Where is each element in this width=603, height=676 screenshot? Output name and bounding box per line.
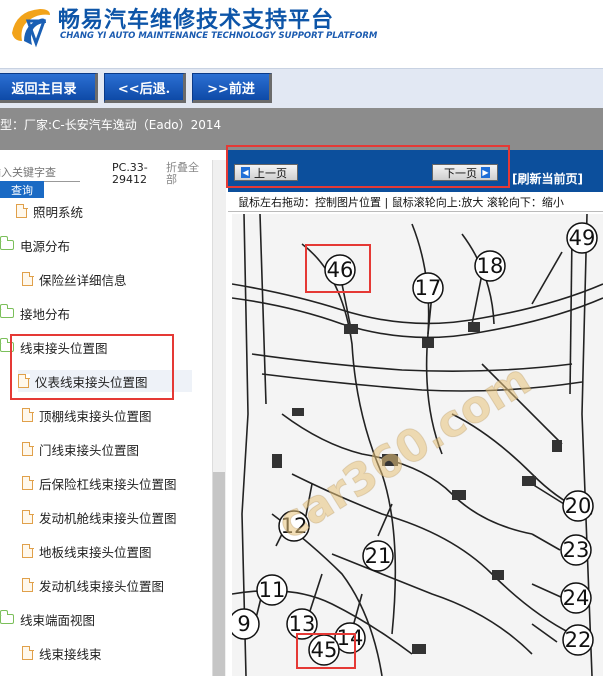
callout-18: 18 (477, 254, 504, 278)
tree-item-label: 照明系统 (33, 204, 84, 220)
left-panel: 查询 PC.33-29412 折叠全部 照明系统 电源分布 保险丝详细信息 接地… (0, 150, 226, 676)
query-button[interactable]: 查询 (0, 181, 44, 198)
callout-17: 17 (415, 276, 442, 300)
tree-item-fuse-details[interactable]: 保险丝详细信息 (22, 268, 127, 290)
callout-20: 20 (565, 494, 592, 518)
pc-code-label: PC.33-29412 (112, 161, 148, 186)
tree-item-label: 发动机线束接头位置图 (39, 578, 165, 594)
callout-14: 14 (337, 626, 364, 650)
wiring-diagram-image: 46 17 18 49 12 20 21 23 11 13 14 24 9 45… (232, 214, 603, 676)
diagram-viewer: ◀ 上一页 下一页 ▶ [刷新当前页] 鼠标左右拖动：控制图片位置 | 鼠标滚轮… (228, 150, 603, 676)
main-toolbar: 返回主目录 <<后退. >>前进 (0, 68, 603, 108)
callout-46: 46 (327, 258, 354, 282)
prev-page-button[interactable]: ◀ 上一页 (234, 164, 298, 181)
document-icon (22, 645, 34, 660)
callout-21: 21 (365, 544, 392, 568)
wiring-diagram[interactable]: 46 17 18 49 12 20 21 23 11 13 14 24 9 45… (232, 214, 603, 676)
tree-item-rear-bumper-harness-connectors[interactable]: 后保险杠线束接头位置图 (22, 472, 177, 494)
callout-22: 22 (565, 628, 592, 652)
document-icon (22, 407, 34, 422)
arrow-right-icon: ▶ (481, 167, 490, 178)
refresh-page-link[interactable]: [刷新当前页] (512, 170, 583, 187)
tree-item-engine-harness-connectors[interactable]: 发动机线束接头位置图 (22, 574, 164, 596)
document-icon (22, 475, 34, 490)
document-icon (22, 577, 34, 592)
collapse-all-link[interactable]: 折叠全部 (166, 162, 202, 186)
tree-folder-power-distribution[interactable]: 电源分布 (0, 234, 70, 256)
tree-item-roof-harness-connectors[interactable]: 顶棚线束接头位置图 (22, 404, 152, 426)
document-icon (22, 543, 34, 558)
back-to-main-button[interactable]: 返回主目录 (0, 73, 98, 103)
prev-page-label: 上一页 (254, 166, 287, 180)
tree-item-label: 仪表线束接头位置图 (35, 374, 148, 390)
tree-item-label: 接地分布 (20, 306, 71, 322)
tree-item-engine-bay-harness-connectors[interactable]: 发动机舱线束接头位置图 (22, 506, 177, 528)
document-icon (18, 373, 30, 388)
tree-item-label: 电源分布 (20, 238, 71, 254)
tree-item-label: 线束接头位置图 (20, 340, 108, 356)
app-header: 畅易汽车维修技术支持平台 CHANG YI AUTO MAINTENANCE T… (0, 0, 603, 68)
tree-item-label: 后保险杠线束接头位置图 (39, 476, 177, 492)
arrow-left-icon: ◀ (241, 167, 250, 178)
folder-icon (0, 610, 14, 624)
tree-folder-harness-end-views[interactable]: 线束端面视图 (0, 608, 95, 630)
catalog-tree: 照明系统 电源分布 保险丝详细信息 接地分布 线束接头位置图 仪表线束接头位置图 (0, 202, 212, 676)
back-button[interactable]: <<后退. (104, 73, 186, 103)
callout-45: 45 (311, 638, 338, 662)
tree-item-label: 线束接线束 (39, 646, 102, 662)
viewer-hint: 鼠标左右拖动：控制图片位置 | 鼠标滚轮向上:放大 滚轮向下：缩小 (228, 194, 603, 212)
callout-23: 23 (563, 538, 590, 562)
document-icon (22, 509, 34, 524)
folder-icon (0, 338, 14, 352)
callout-9: 9 (237, 612, 250, 636)
search-row: 查询 PC.33-29412 折叠全部 (0, 150, 226, 202)
viewer-toolbar: ◀ 上一页 下一页 ▶ [刷新当前页] (228, 150, 603, 192)
tree-folder-ground-distribution[interactable]: 接地分布 (0, 302, 70, 324)
app-subtitle: CHANG YI AUTO MAINTENANCE TECHNOLOGY SUP… (60, 31, 378, 41)
document-icon (16, 203, 28, 218)
folder-icon (0, 304, 14, 318)
chang-yi-logo-icon (12, 9, 50, 48)
tree-item-harness-to-harness[interactable]: 线束接线束 (22, 642, 102, 664)
callout-49: 49 (569, 226, 596, 250)
vehicle-info: 车型：厂家:C-长安汽车逸动（Eado）2014 (0, 118, 222, 132)
tree-item-label: 地板线束接头位置图 (39, 544, 152, 560)
tree-item-label: 线束端面视图 (20, 612, 96, 628)
tree-item-label: 门线束接头位置图 (39, 442, 140, 458)
next-page-label: 下一页 (444, 166, 477, 180)
vehicle-info-bar: 车型：厂家:C-长安汽车逸动（Eado）2014 (0, 108, 603, 150)
document-icon (22, 271, 34, 286)
next-page-button[interactable]: 下一页 ▶ (432, 164, 498, 181)
document-icon (22, 441, 34, 456)
tree-item-instrument-harness-connectors[interactable]: 仪表线束接头位置图 (18, 370, 192, 392)
tree-item-label: 保险丝详细信息 (39, 272, 127, 288)
app-title: 畅易汽车维修技术支持平台 (58, 8, 335, 33)
tree-scrollbar-thumb[interactable] (213, 472, 225, 676)
callout-24: 24 (563, 586, 590, 610)
tree-item-door-harness-connectors[interactable]: 门线束接头位置图 (22, 438, 139, 460)
tree-folder-connector-locations[interactable]: 线束接头位置图 (0, 336, 108, 358)
tree-item-label: 顶棚线束接头位置图 (39, 408, 152, 424)
tree-item-label: 发动机舱线束接头位置图 (39, 510, 177, 526)
folder-icon (0, 236, 14, 250)
callout-11: 11 (259, 578, 286, 602)
forward-button[interactable]: >>前进 (192, 73, 272, 103)
search-input[interactable] (0, 164, 80, 182)
callout-13: 13 (289, 612, 316, 636)
tree-item-floor-harness-connectors[interactable]: 地板线束接头位置图 (22, 540, 152, 562)
tree-item-lighting[interactable]: 照明系统 (16, 200, 83, 222)
